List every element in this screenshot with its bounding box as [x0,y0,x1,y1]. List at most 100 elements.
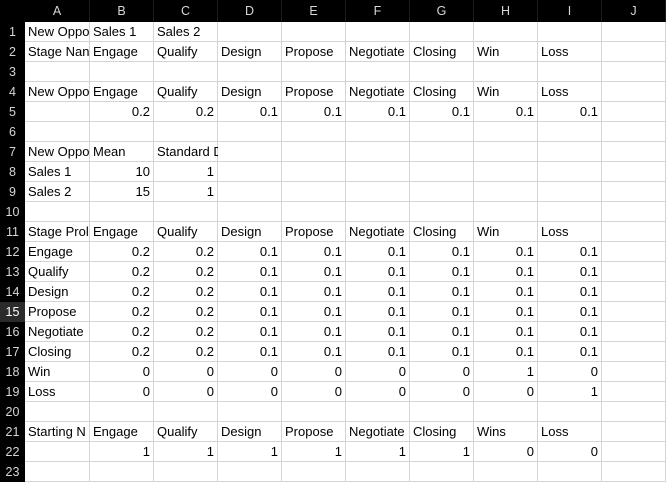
cell-e13[interactable]: 0.1 [282,262,346,282]
column-header-a[interactable]: A [25,0,90,22]
row-header-3[interactable]: 3 [0,62,25,82]
cell-d10[interactable] [218,202,282,222]
cell-h8[interactable] [474,162,538,182]
cell-d20[interactable] [218,402,282,422]
row-header-10[interactable]: 10 [0,202,25,222]
cell-a6[interactable] [25,122,90,142]
cell-c8[interactable]: 1 [154,162,218,182]
cell-a10[interactable] [25,202,90,222]
cell-d17[interactable]: 0.1 [218,342,282,362]
cell-a11[interactable]: Stage Prol [25,222,90,242]
cell-g9[interactable] [410,182,474,202]
cell-h20[interactable] [474,402,538,422]
cell-h19[interactable]: 0 [474,382,538,402]
cell-g5[interactable]: 0.1 [410,102,474,122]
cell-i19[interactable]: 1 [538,382,602,402]
cell-d13[interactable]: 0.1 [218,262,282,282]
cell-g12[interactable]: 0.1 [410,242,474,262]
row-header-19[interactable]: 19 [0,382,25,402]
cell-h13[interactable]: 0.1 [474,262,538,282]
cell-h10[interactable] [474,202,538,222]
cell-h14[interactable]: 0.1 [474,282,538,302]
row-header-13[interactable]: 13 [0,262,25,282]
cell-f11[interactable]: Negotiate [346,222,410,242]
cell-g19[interactable]: 0 [410,382,474,402]
cell-g7[interactable] [410,142,474,162]
cell-h16[interactable]: 0.1 [474,322,538,342]
cell-b8[interactable]: 10 [90,162,154,182]
cell-d3[interactable] [218,62,282,82]
cell-e4[interactable]: Propose [282,82,346,102]
cell-g21[interactable]: Closing [410,422,474,442]
cell-a14[interactable]: Design [25,282,90,302]
cell-j13[interactable] [602,262,666,282]
column-header-h[interactable]: H [474,0,538,22]
cell-c4[interactable]: Qualify [154,82,218,102]
cell-j1[interactable] [602,22,666,42]
cell-c3[interactable] [154,62,218,82]
cell-j9[interactable] [602,182,666,202]
cell-j18[interactable] [602,362,666,382]
cell-h1[interactable] [474,22,538,42]
cell-b18[interactable]: 0 [90,362,154,382]
cell-i23[interactable] [538,462,602,482]
row-header-2[interactable]: 2 [0,42,25,62]
cell-c17[interactable]: 0.2 [154,342,218,362]
cell-g4[interactable]: Closing [410,82,474,102]
cell-a13[interactable]: Qualify [25,262,90,282]
cell-i22[interactable]: 0 [538,442,602,462]
cell-a21[interactable]: Starting N [25,422,90,442]
cell-f2[interactable]: Negotiate [346,42,410,62]
row-header-1[interactable]: 1 [0,22,25,42]
cell-d22[interactable]: 1 [218,442,282,462]
cell-i7[interactable] [538,142,602,162]
cell-j14[interactable] [602,282,666,302]
row-header-4[interactable]: 4 [0,82,25,102]
cell-e2[interactable]: Propose [282,42,346,62]
column-header-f[interactable]: F [346,0,410,22]
cell-g16[interactable]: 0.1 [410,322,474,342]
cell-d15[interactable]: 0.1 [218,302,282,322]
cell-j12[interactable] [602,242,666,262]
cell-h6[interactable] [474,122,538,142]
cell-e15[interactable]: 0.1 [282,302,346,322]
cell-i1[interactable] [538,22,602,42]
cell-e16[interactable]: 0.1 [282,322,346,342]
cell-f13[interactable]: 0.1 [346,262,410,282]
cell-h17[interactable]: 0.1 [474,342,538,362]
cell-j19[interactable] [602,382,666,402]
cell-f17[interactable]: 0.1 [346,342,410,362]
column-header-e[interactable]: E [282,0,346,22]
cell-g8[interactable] [410,162,474,182]
cell-f21[interactable]: Negotiate [346,422,410,442]
cell-e19[interactable]: 0 [282,382,346,402]
row-header-8[interactable]: 8 [0,162,25,182]
cell-b21[interactable]: Engage [90,422,154,442]
cell-i9[interactable] [538,182,602,202]
cell-h2[interactable]: Win [474,42,538,62]
cell-a1[interactable]: New Oppo [25,22,90,42]
cell-c5[interactable]: 0.2 [154,102,218,122]
cell-d5[interactable]: 0.1 [218,102,282,122]
cell-a12[interactable]: Engage [25,242,90,262]
cell-e23[interactable] [282,462,346,482]
cell-j15[interactable] [602,302,666,322]
cell-e7[interactable] [282,142,346,162]
cell-b16[interactable]: 0.2 [90,322,154,342]
cell-c21[interactable]: Qualify [154,422,218,442]
cell-a20[interactable] [25,402,90,422]
cell-a15[interactable]: Propose [25,302,90,322]
cell-i16[interactable]: 0.1 [538,322,602,342]
cell-h7[interactable] [474,142,538,162]
cell-c11[interactable]: Qualify [154,222,218,242]
cell-h21[interactable]: Wins [474,422,538,442]
cell-d18[interactable]: 0 [218,362,282,382]
cell-e11[interactable]: Propose [282,222,346,242]
cell-b14[interactable]: 0.2 [90,282,154,302]
cell-i5[interactable]: 0.1 [538,102,602,122]
cell-e8[interactable] [282,162,346,182]
cell-h3[interactable] [474,62,538,82]
cell-h11[interactable]: Win [474,222,538,242]
cell-c15[interactable]: 0.2 [154,302,218,322]
cell-h9[interactable] [474,182,538,202]
